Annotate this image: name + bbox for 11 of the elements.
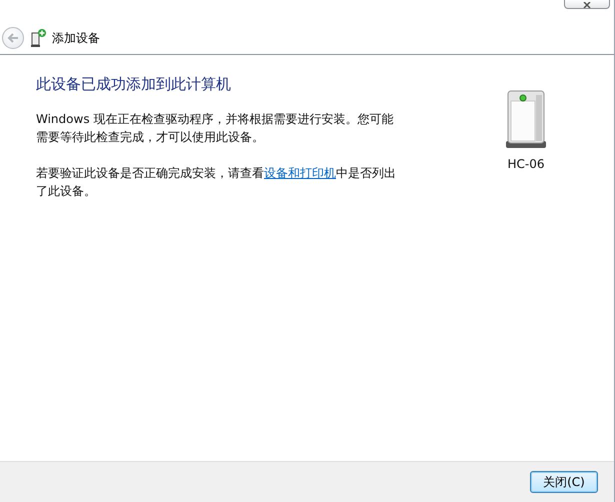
- driver-check-text: Windows 现在正在检查驱动程序，并将根据需要进行安装。您可能需要等待此检查完成，才可以使用此设备。: [36, 111, 394, 146]
- close-icon: [582, 2, 592, 8]
- close-button[interactable]: 关闭(C): [530, 471, 598, 493]
- device-add-icon: [30, 29, 46, 47]
- back-arrow-icon: [7, 33, 19, 43]
- close-button[interactable]: [564, 0, 610, 9]
- success-heading: 此设备已成功添加到此计算机: [36, 75, 232, 94]
- verify-text: 若要验证此设备是否正确完成安装，请查看设备和打印机中是否列出了此设备。: [36, 165, 396, 200]
- devices-printers-link[interactable]: 设备和打印机: [264, 166, 336, 180]
- device-name: HC-06: [507, 157, 544, 171]
- wizard-title: 添加设备: [52, 30, 100, 46]
